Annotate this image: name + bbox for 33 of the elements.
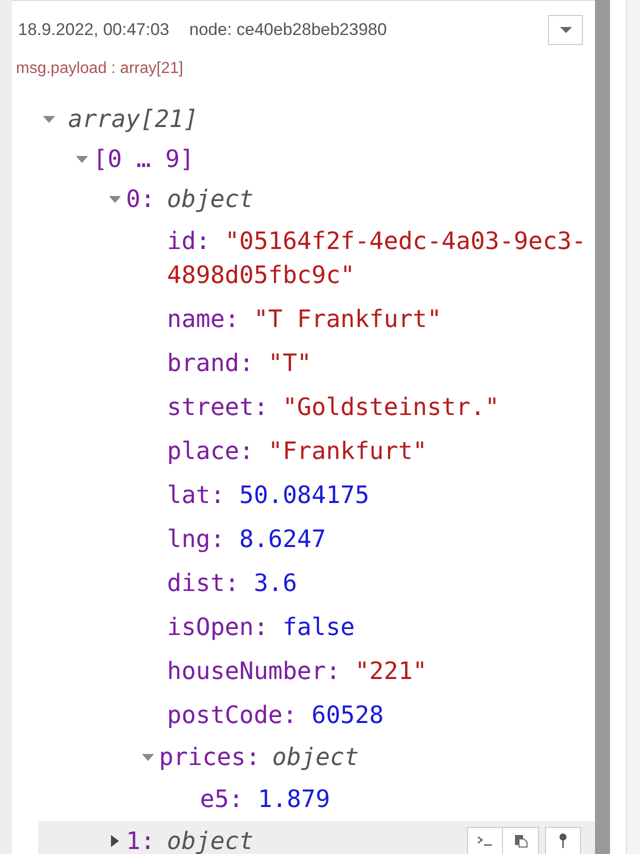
- type-label: array[21]: [68, 104, 198, 135]
- copy-value-button[interactable]: [503, 827, 539, 854]
- node-id: node: ce40eb28beb23980: [189, 19, 387, 42]
- property-line: brand: "T": [167, 349, 312, 377]
- tree-row[interactable]: 1: object: [38, 821, 595, 854]
- message-topic: msg.payload : array[21]: [16, 59, 184, 79]
- property-line: e5: 1.879: [200, 785, 330, 813]
- type-label: object: [166, 826, 254, 854]
- timestamp: 18.9.2022, 00:47:03: [18, 19, 170, 42]
- property-line: postCode: 60528: [167, 701, 384, 729]
- property-line: lng: 8.6247: [167, 525, 326, 553]
- terminal-icon: [477, 836, 493, 846]
- property-line: dist: 3.6: [167, 569, 298, 597]
- property-line: lat: 50.084175: [167, 481, 370, 509]
- property-line: isOpen: false: [167, 613, 355, 641]
- scrollbar-thumb[interactable]: [595, 0, 610, 854]
- range-label[interactable]: [0 … 9]: [93, 141, 194, 177]
- property-line: street: "Goldsteinstr.": [167, 393, 500, 421]
- property-key: 0:: [126, 181, 155, 217]
- type-label: object: [272, 742, 359, 773]
- property-line: name: "T Frankfurt": [167, 305, 442, 333]
- property-line: id: "05164f2f-4edc-4a03-9ec3-4898d05fbc9c": [167, 227, 586, 289]
- copy-path-button[interactable]: [467, 827, 503, 854]
- pin-icon: [558, 833, 568, 849]
- property-line: houseNumber: "221": [167, 657, 428, 685]
- property-key: 1:: [126, 823, 155, 854]
- pin-button[interactable]: [545, 827, 581, 854]
- dropdown-button[interactable]: [548, 15, 583, 45]
- caret-down-icon: [560, 26, 572, 34]
- type-label: object: [166, 184, 254, 215]
- property-key: prices:: [159, 739, 260, 775]
- property-line: place: "Frankfurt": [167, 437, 428, 465]
- copy-icon: [514, 834, 528, 848]
